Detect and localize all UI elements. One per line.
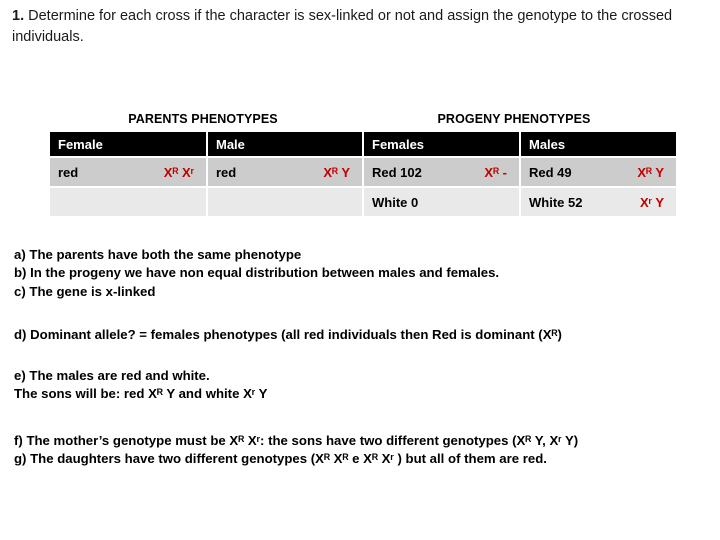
cell-progeny-female: Red 102 Xᴿ - [364,158,519,186]
progeny-male-phenotype-white: White 52 [529,194,583,210]
answer-a: a) The parents have both the same phenot… [14,247,302,262]
question-number: 1. [12,8,25,24]
answers-d: d) Dominant allele? = females phenotypes… [14,326,708,344]
parent-female-genotype: Xᴿ Xʳ [163,164,194,180]
progeny-female-phenotype: Red 102 [372,164,422,180]
answer-e-line2: The sons will be: red Xᴿ Y and white Xʳ … [14,386,268,402]
answer-b: b) In the progeny we have non equal dist… [14,265,500,281]
parents-group-title: PARENTS PHENOTYPES [128,112,278,126]
parent-male-genotype: Xᴿ Y [323,164,350,180]
cell-progeny-male: Red 49 Xᴿ Y [521,158,676,186]
answers-block: a) The parents have both the same phenot… [14,246,708,469]
table-row: red Xᴿ Xʳ red Xᴿ Y Red 102 Xᴿ - Red 49 X… [50,158,676,186]
cell-parent-female-empty [50,188,206,216]
answer-f: f) The mother’s genotype must be Xᴿ Xʳ: … [14,432,579,448]
table-row: White 0 White 52 Xʳ Y [50,188,676,216]
cell-progeny-female-white: White 0 [364,188,519,216]
cell-parent-female: red Xᴿ Xʳ [50,158,206,186]
progeny-male-genotype-white: Xʳ Y [640,194,664,210]
phenotype-table: Female Male Females Males red Xᴿ Xʳ red … [48,130,678,218]
parent-female-phenotype: red [58,164,79,180]
answers-abc: a) The parents have both the same phenot… [14,246,708,301]
progeny-female-genotype: Xᴿ - [484,164,507,180]
column-header-females: Females [364,132,519,156]
progeny-female-phenotype-white: White 0 [372,194,419,210]
answers-e: e) The males are red and white. The sons… [14,367,708,404]
progeny-male-phenotype: Red 49 [529,164,572,180]
phenotype-table-block: PARENTS PHENOTYPES PROGENY PHENOTYPES Fe… [48,112,676,218]
table-header-row: Female Male Females Males [50,132,676,156]
column-header-males: Males [521,132,676,156]
answer-c: c) The gene is x-linked [14,283,156,299]
progeny-group-title: PROGENY PHENOTYPES [437,112,591,126]
answer-e-line1: e) The males are red and white. [14,367,210,383]
answer-g: g) The daughters have two different geno… [14,451,547,467]
cell-parent-male-empty [208,188,362,216]
answer-d: d) Dominant allele? = females phenotypes… [14,327,562,343]
column-header-female: Female [50,132,206,156]
progeny-male-genotype: Xᴿ Y [637,164,664,180]
question-text: Determine for each cross if the characte… [12,8,673,46]
answers-fg: f) The mother’s genotype must be Xᴿ Xʳ: … [14,432,708,469]
cell-parent-male: red Xᴿ Y [208,158,362,186]
parent-male-phenotype: red [216,164,237,180]
cell-progeny-male-white: White 52 Xʳ Y [521,188,676,216]
question-prompt: 1. Determine for each cross if the chara… [12,6,680,48]
group-title-row: PARENTS PHENOTYPES PROGENY PHENOTYPES [48,112,670,126]
column-header-male: Male [208,132,362,156]
